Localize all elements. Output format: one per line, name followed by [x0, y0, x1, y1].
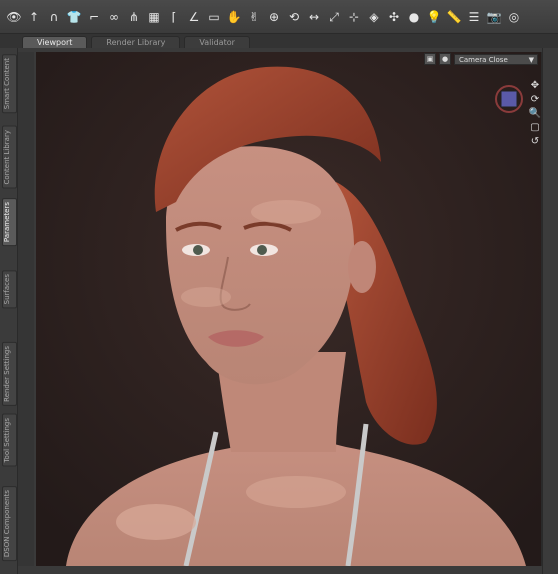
- scale-icon[interactable]: ⤢: [326, 9, 342, 25]
- hand-icon[interactable]: ✋: [226, 9, 242, 25]
- right-pane-divider[interactable]: [541, 52, 542, 566]
- scene-viewport[interactable]: ▣ ● Camera Close ▼ ✥ ⟳ 🔍 ▢ ↺: [36, 52, 542, 566]
- side-tab-render-settings[interactable]: Render Settings: [2, 342, 17, 406]
- node-tree-icon[interactable]: ⋔: [126, 9, 142, 25]
- camera-icon[interactable]: 📷: [486, 9, 502, 25]
- right-side-panel: [542, 48, 558, 574]
- tag-icon[interactable]: ⌐: [86, 9, 102, 25]
- stair-icon[interactable]: ⌈: [166, 9, 182, 25]
- side-tab-tool-settings[interactable]: Tool Settings: [2, 414, 17, 467]
- morph-icon[interactable]: ◈: [366, 9, 382, 25]
- window-icon[interactable]: ▭: [206, 9, 222, 25]
- tab-viewport[interactable]: Viewport: [22, 36, 88, 48]
- draw-style-icon[interactable]: ●: [439, 53, 451, 65]
- translate-icon[interactable]: ↔: [306, 9, 322, 25]
- camera-select-value: Camera Close: [459, 55, 508, 64]
- frame-icon[interactable]: ▢: [530, 122, 539, 133]
- grid-icon[interactable]: ▦: [146, 9, 162, 25]
- magnet-icon[interactable]: ∩: [46, 9, 62, 25]
- angle-icon[interactable]: ∠: [186, 9, 202, 25]
- viewport-controls: ▣ ● Camera Close ▼: [424, 52, 542, 66]
- zoom-icon[interactable]: 🔍: [529, 108, 541, 119]
- align-icon[interactable]: ☰: [466, 9, 482, 25]
- side-tab-surfaces[interactable]: Surfaces: [2, 270, 17, 309]
- universal-icon[interactable]: ✣: [386, 9, 402, 25]
- visibility-toggle-icon[interactable]: ●: [406, 9, 422, 25]
- left-pane-divider[interactable]: [18, 52, 34, 566]
- orbit-icon[interactable]: ⟳: [531, 94, 539, 105]
- ruler-icon[interactable]: 📏: [446, 9, 462, 25]
- pointer-arrow-icon[interactable]: ↑: [26, 9, 42, 25]
- camera-select[interactable]: Camera Close ▼: [454, 53, 538, 65]
- side-tab-parameters[interactable]: Parameters: [2, 198, 17, 247]
- shirt-icon[interactable]: 👕: [66, 9, 82, 25]
- main-toolbar: 👁 ↑ ∩ 👕 ⌐ ∞ ⋔ ▦ ⌈ ∠ ▭ ✋ ✌ ⊕ ⟲ ↔ ⤢ ⊹ ◈ ✣ ● 💡 📏 ☰ 📷 ◎: [0, 0, 558, 34]
- eye-icon[interactable]: 👁: [6, 9, 22, 25]
- joint-icon[interactable]: ⊕: [266, 9, 282, 25]
- pan-icon[interactable]: ✥: [531, 80, 539, 91]
- spot-icon[interactable]: ◎: [506, 9, 522, 25]
- light-bulb-icon[interactable]: 💡: [426, 9, 442, 25]
- infinity-icon[interactable]: ∞: [106, 9, 122, 25]
- document-tabs: Viewport Render Library Validator: [0, 34, 558, 48]
- navigation-cube[interactable]: [494, 84, 524, 114]
- navigation-tools: ✥ ⟳ 🔍 ▢ ↺: [528, 80, 542, 147]
- hand-pose-icon[interactable]: ✌: [246, 9, 262, 25]
- tab-validator[interactable]: Validator: [184, 36, 250, 48]
- side-tab-content-library[interactable]: Content Library: [2, 126, 17, 189]
- chevron-down-icon: ▼: [528, 55, 534, 64]
- left-side-panel-tabs: Smart Content Content Library Parameters Su…: [0, 48, 18, 574]
- side-tab-dson-components[interactable]: DSON Components: [2, 486, 17, 562]
- scene-render: [36, 52, 542, 566]
- rotate-icon[interactable]: ⟲: [286, 9, 302, 25]
- viewport-option-icon[interactable]: ▣: [424, 53, 436, 65]
- side-tab-smart-content[interactable]: Smart Content: [2, 54, 17, 114]
- tab-render-library[interactable]: Render Library: [91, 36, 181, 48]
- reset-view-icon[interactable]: ↺: [531, 136, 539, 147]
- bone-icon[interactable]: ⊹: [346, 9, 362, 25]
